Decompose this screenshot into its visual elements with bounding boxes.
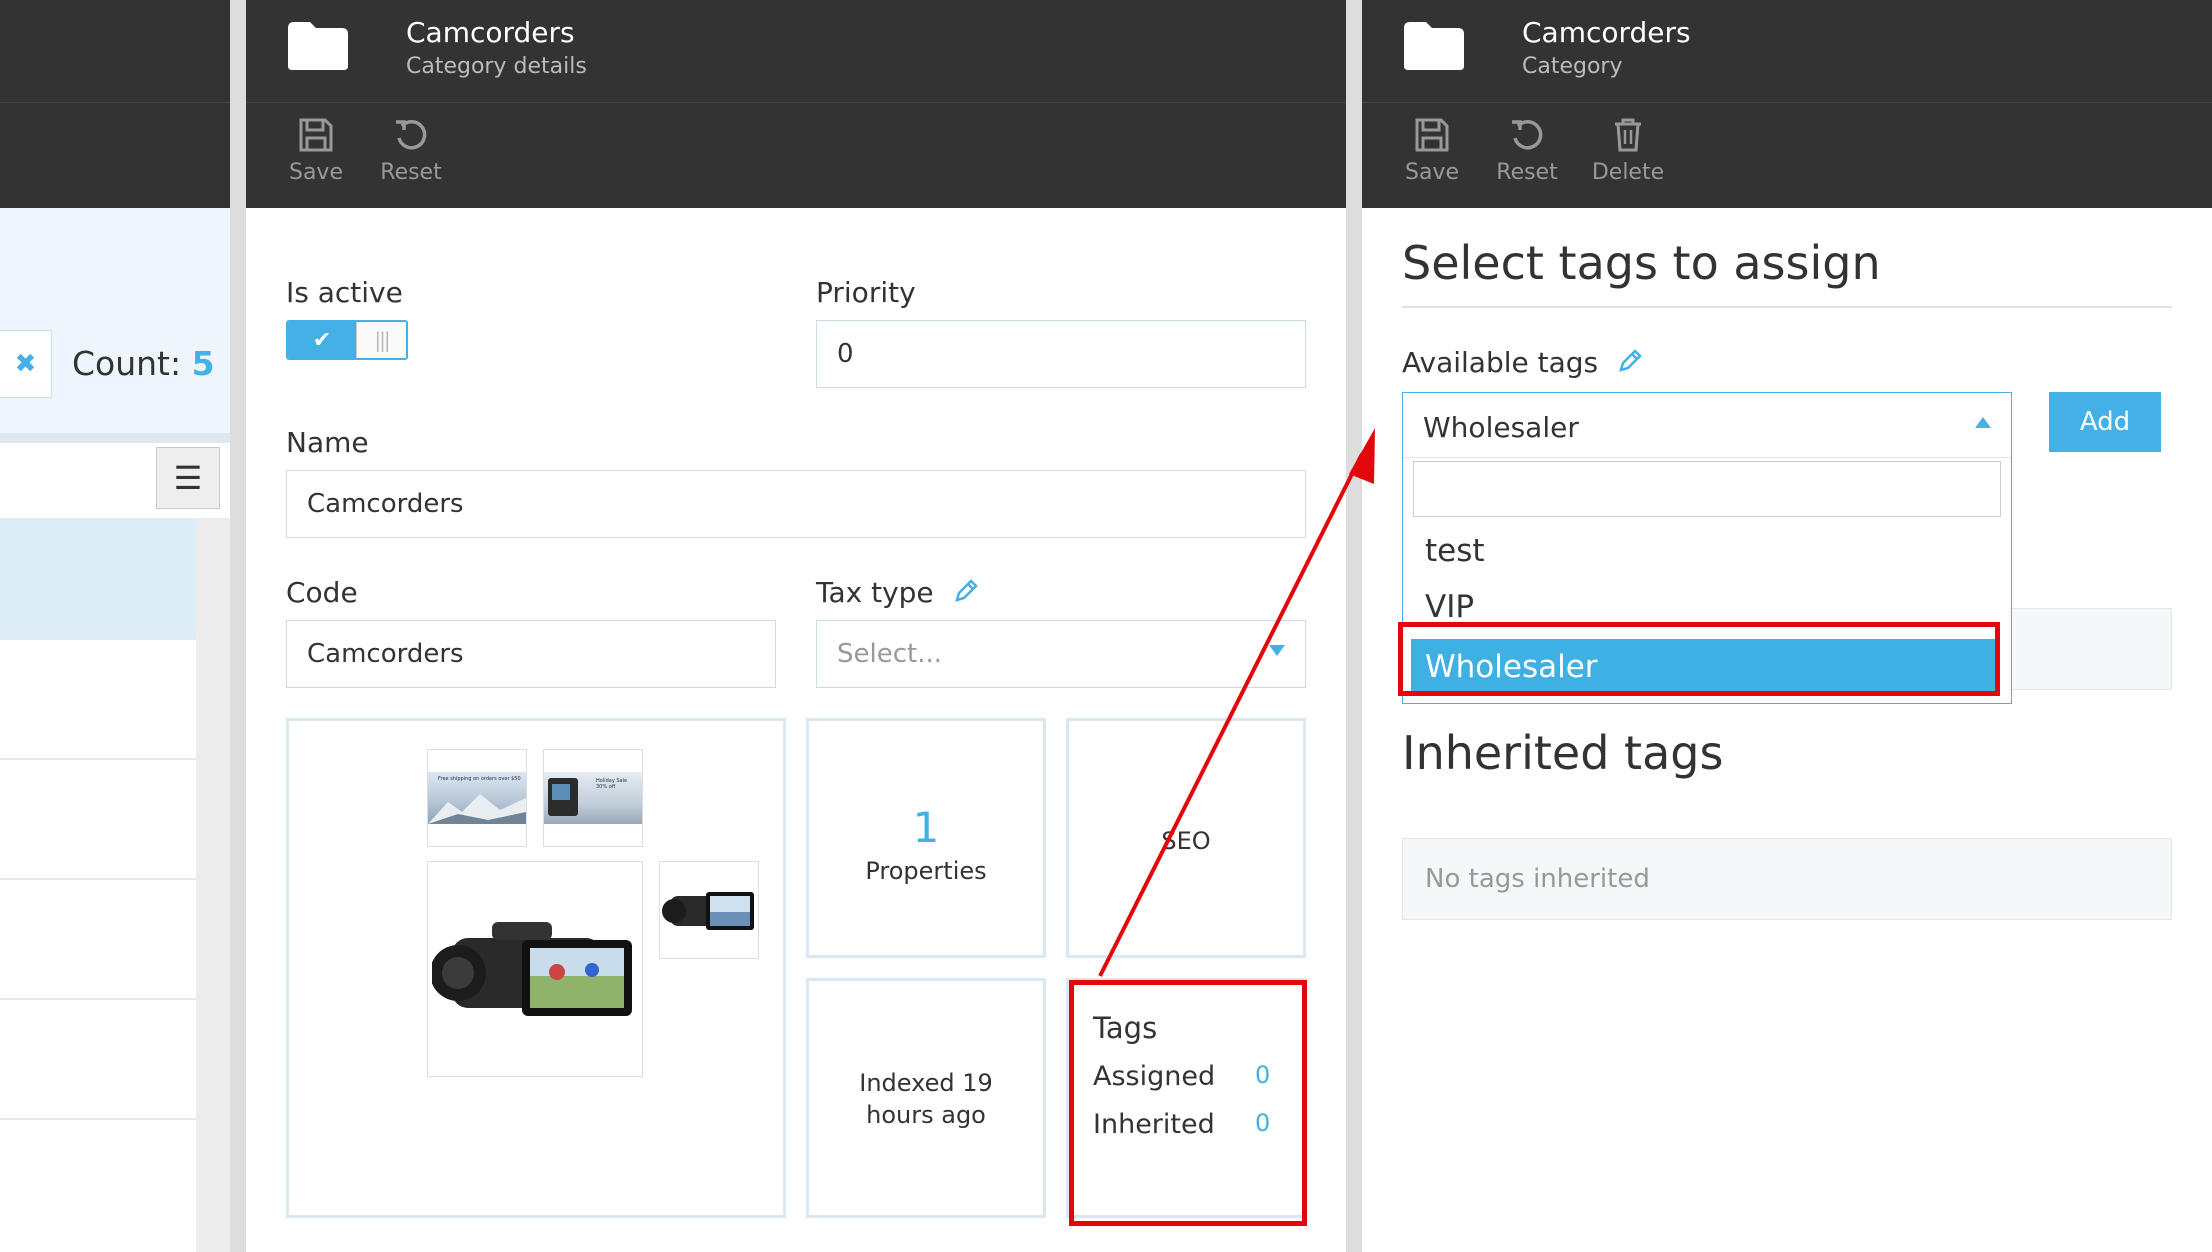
annotation-arrow	[1098, 428, 1375, 977]
